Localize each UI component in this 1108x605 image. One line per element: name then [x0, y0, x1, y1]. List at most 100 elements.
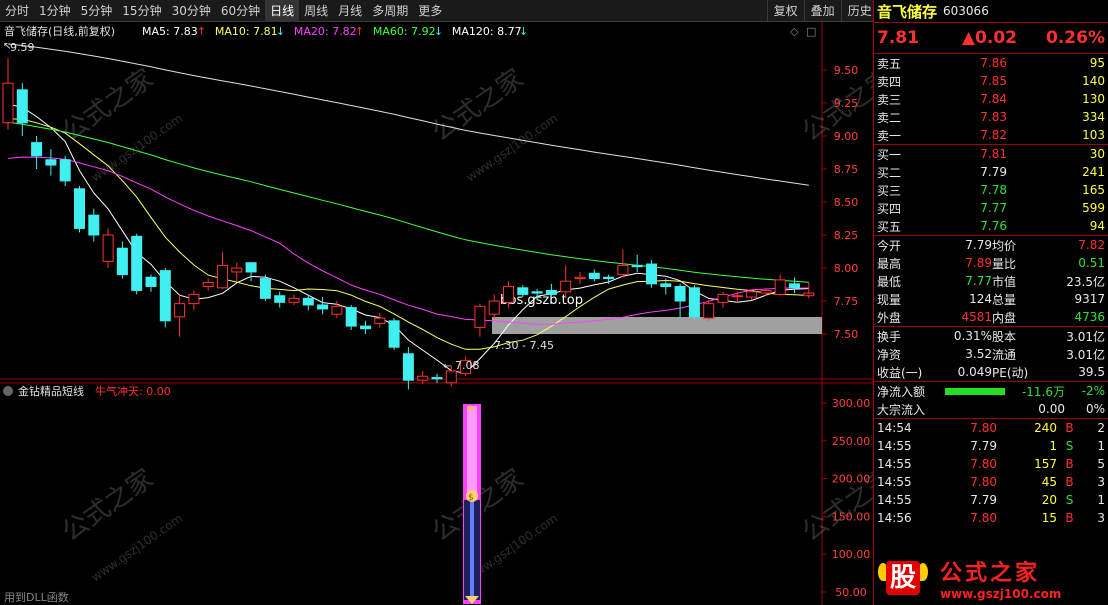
coin-symbol-icon: $ — [468, 493, 474, 503]
tick-side: B — [1065, 475, 1074, 489]
tick-side: B — [1065, 457, 1074, 471]
tick-volume: 45 — [1041, 475, 1057, 489]
tick-side: B — [1065, 511, 1074, 525]
candle-body — [703, 303, 715, 319]
candle-body — [431, 377, 443, 380]
tool-button-1[interactable]: 叠加 — [803, 0, 841, 22]
ma-legend-item: MA120: 8.77 — [452, 25, 522, 38]
stat-value: 124 — [969, 292, 992, 306]
candle-body — [617, 264, 629, 276]
tool-button-0[interactable]: 复权 — [766, 0, 804, 22]
tick-price: 7.79 — [970, 493, 997, 507]
money-flow: 净流入额 -11.6万 -2% 大宗流入 0.00 0% — [874, 382, 1108, 418]
tick-time: 14:55 — [877, 457, 912, 471]
ma-arrow-icon: ↓ — [434, 25, 443, 38]
y-tick-label: 7.75 — [834, 295, 859, 308]
collapse-icon[interactable] — [3, 386, 13, 396]
tick-price: 7.79 — [970, 439, 997, 453]
square-icon[interactable]: □ — [806, 25, 816, 38]
butterfly-icon: ✦ — [465, 402, 475, 416]
book-price: 7.82 — [980, 128, 1007, 142]
candle-body — [717, 293, 729, 303]
kline-chart-area[interactable]: 公式之家 www.gszj100.com 公式之家 www.gszj100.co… — [0, 22, 873, 605]
candle-body — [102, 234, 114, 262]
tab-timeframe-7[interactable]: 周线 — [299, 0, 333, 22]
tick-row[interactable]: 14:55 7.80 157 B 5 — [874, 455, 1108, 473]
ma-arrow-icon: ↓ — [519, 25, 528, 38]
stat-label: 外盘 — [877, 310, 902, 325]
tab-timeframe-9[interactable]: 多周期 — [367, 0, 413, 22]
book-volume: 334 — [1082, 110, 1105, 124]
order-book-row: 卖一 7.82 103 — [874, 126, 1108, 144]
candle-body — [145, 276, 157, 287]
tab-timeframe-3[interactable]: 15分钟 — [117, 0, 166, 22]
tab-timeframe-1[interactable]: 1分钟 — [34, 0, 76, 22]
book-level-label: 卖三 — [877, 92, 902, 107]
stat-value: 0.049 — [957, 365, 992, 379]
flow-bar — [945, 387, 1005, 395]
diamond-icon[interactable]: ◇ — [790, 25, 799, 38]
stat-value: 7.77 — [965, 274, 992, 288]
order-book-row: 买三 7.78 165 — [874, 181, 1108, 199]
candle-body — [560, 280, 572, 293]
flow-value: 0.00 — [1038, 402, 1065, 416]
price-change: ▲0.02 — [961, 28, 1018, 48]
tick-side: S — [1065, 493, 1074, 507]
tick-row[interactable]: 14:56 7.80 15 B 3 — [874, 509, 1108, 527]
tick-volume: 15 — [1041, 511, 1057, 525]
order-book-row: 买五 7.76 94 — [874, 217, 1108, 235]
price-zone-box — [492, 317, 822, 334]
bid-book: 买一 7.81 30 买二 7.79 241 买三 7.78 165 买四 7.77 599 买五 7.7… — [874, 145, 1108, 235]
book-level-label: 买四 — [877, 201, 902, 216]
candle-body — [2, 82, 14, 124]
candle-body — [545, 289, 557, 295]
tick-list[interactable]: 14:54 7.80 240 B 2 14:55 7.79 1 S 1 14:55 7.80 157 B 5… — [874, 419, 1108, 527]
dll-note: 用到DLL函数 — [4, 591, 69, 604]
tab-timeframe-10[interactable]: 更多 — [413, 0, 447, 22]
tick-row[interactable]: 14:55 7.79 20 S 1 — [874, 491, 1108, 509]
book-price: 7.78 — [980, 183, 1007, 197]
sub-y-tick-label: 150.00 — [832, 510, 871, 523]
tick-row[interactable]: 14:55 7.79 1 S 1 — [874, 437, 1108, 455]
high-label: 9.59 — [10, 41, 35, 54]
stat-value: 9317 — [1074, 292, 1105, 306]
candle-body — [259, 278, 271, 299]
flow-label: 大宗流入 — [877, 402, 926, 417]
candle-body — [803, 292, 815, 297]
flow-pct: 0% — [1085, 402, 1105, 416]
tick-time: 14:55 — [877, 475, 912, 489]
tab-timeframe-8[interactable]: 月线 — [333, 0, 367, 22]
book-price: 7.83 — [980, 110, 1007, 124]
book-price: 7.79 — [980, 165, 1007, 179]
book-level-label: 卖一 — [877, 128, 902, 143]
candle-body — [374, 317, 386, 324]
book-price: 7.76 — [980, 219, 1007, 233]
candle-body — [188, 293, 200, 305]
tab-timeframe-4[interactable]: 30分钟 — [167, 0, 216, 22]
stat-label: 今开 — [877, 238, 902, 253]
stock-header: 音飞储存 603066 — [874, 0, 1108, 22]
book-volume: 30 — [1089, 147, 1105, 161]
stat-value: 7.79 — [965, 238, 992, 252]
tab-timeframe-0[interactable]: 分时 — [0, 0, 34, 22]
stat-value: 4581 — [961, 310, 992, 324]
candle-body — [88, 214, 100, 236]
stat-value: 39.5 — [1078, 365, 1105, 379]
ask-book: 卖五 7.86 95 卖四 7.85 140 卖三 7.84 130 卖二 7.83 334 卖一 7.8… — [874, 54, 1108, 144]
stat-value: 3.52 — [965, 347, 992, 361]
stats-row: 最低 7.77 市值 23.5亿 — [874, 272, 1108, 290]
tick-row[interactable]: 14:54 7.80 240 B 2 — [874, 419, 1108, 437]
tick-row[interactable]: 14:55 7.80 45 B 3 — [874, 473, 1108, 491]
tab-timeframe-2[interactable]: 5分钟 — [76, 0, 118, 22]
kline-svg[interactable]: 公式之家 www.gszj100.com 公式之家 www.gszj100.co… — [0, 22, 873, 605]
candle-body — [231, 267, 243, 273]
y-tick-label: 9.25 — [834, 97, 859, 110]
tick-count: 1 — [1097, 493, 1105, 507]
sub-chart-title: 金钻精品短线 — [18, 384, 84, 398]
tab-timeframe-6[interactable]: 日线 — [265, 0, 300, 22]
stat-label: 量比 — [992, 256, 1017, 271]
book-volume: 130 — [1082, 92, 1105, 106]
signal-label: 牛气冲天: 0.00 — [95, 384, 171, 398]
tab-timeframe-5[interactable]: 60分钟 — [216, 0, 265, 22]
candle-body — [402, 353, 414, 381]
